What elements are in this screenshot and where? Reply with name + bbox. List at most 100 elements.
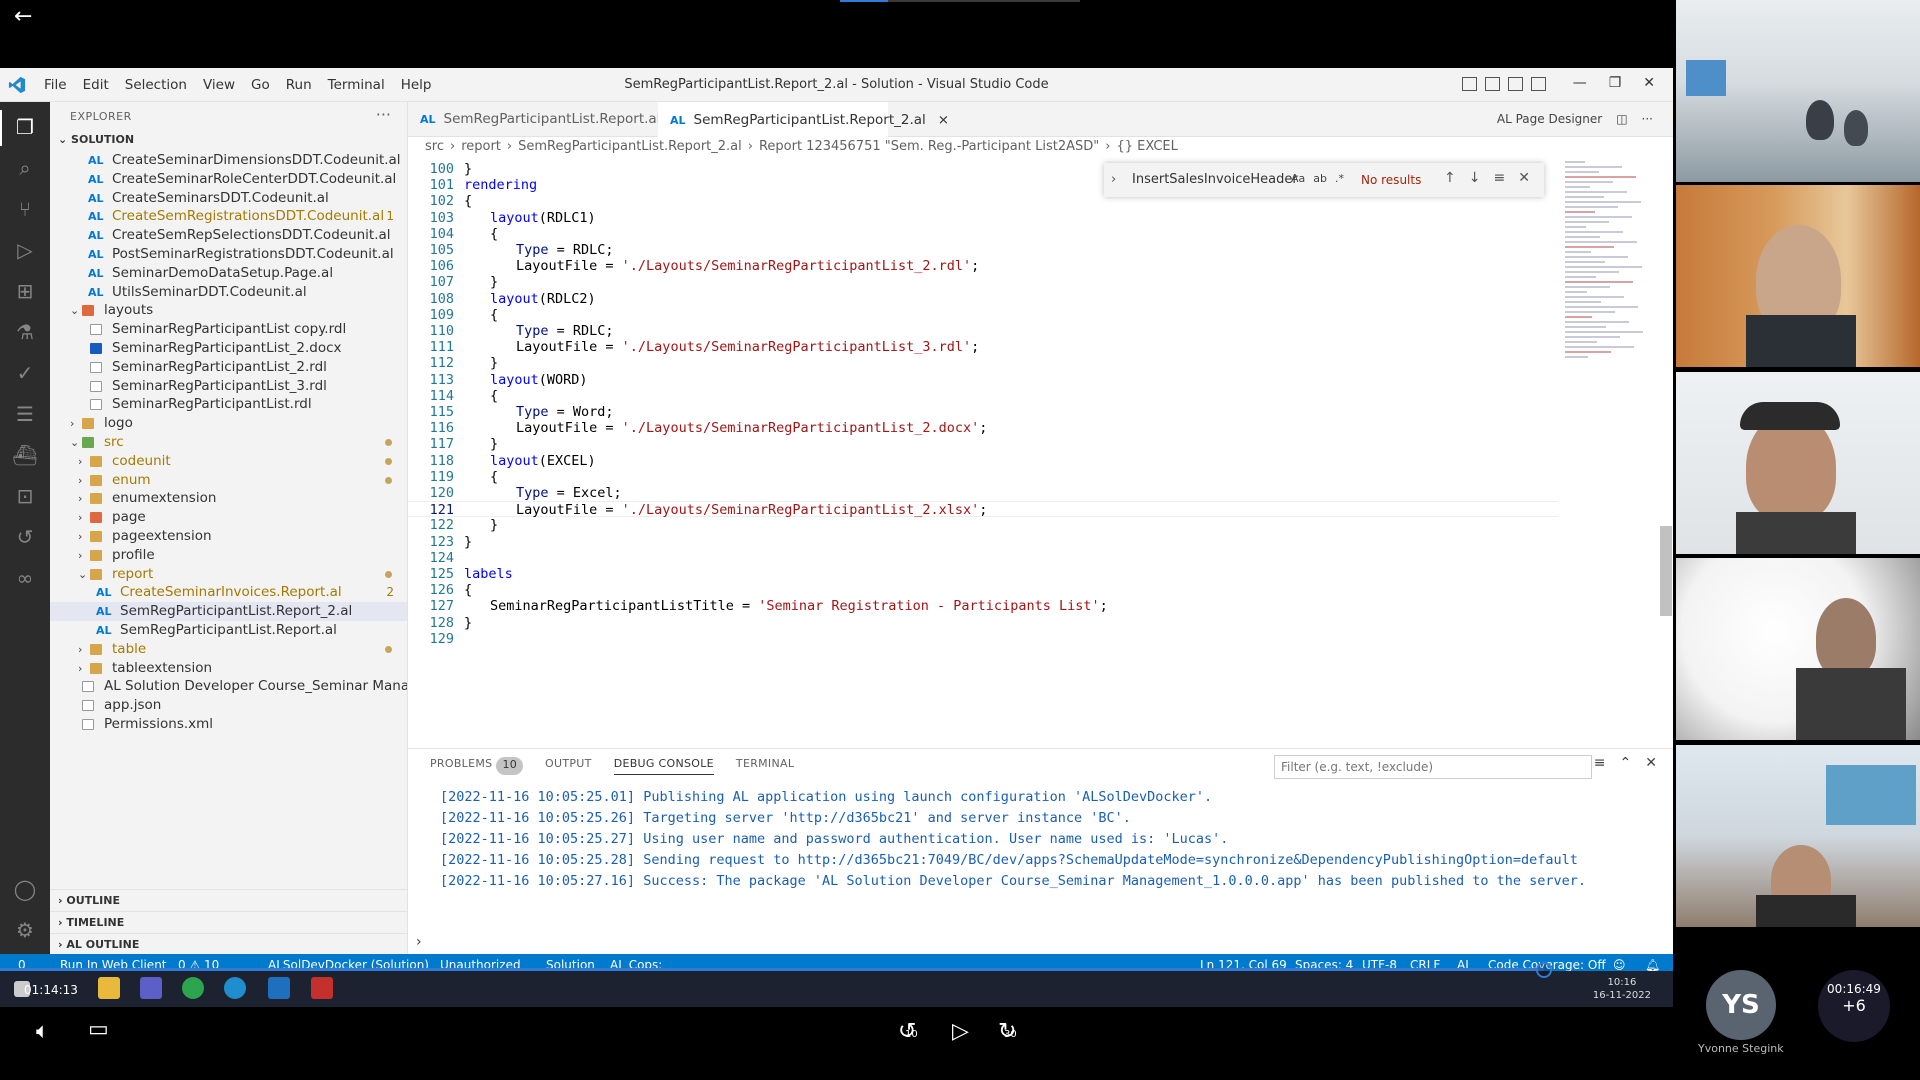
tree-item[interactable]: AL CreateSeminarsDDT.Codeunit.al (50, 189, 407, 208)
tree-item[interactable]: AL CreateSemRepSelectionsDDT.Codeunit.al (50, 226, 407, 245)
tree-item[interactable]: AL CreateSeminarRoleCenterDDT.Codeunit.al (50, 170, 407, 189)
video-tile-classroom[interactable] (1676, 0, 1920, 182)
editor-more-icon[interactable]: ··· (1642, 112, 1653, 126)
chevron-down-icon[interactable]: ⌄ (70, 433, 79, 452)
minimap[interactable] (1565, 161, 1655, 391)
outline-section[interactable]: › OUTLINE (50, 889, 407, 911)
settings-gear-icon[interactable]: ⚙ (12, 917, 38, 943)
tree-item[interactable]: SeminarRegParticipantList_2.rdl (50, 358, 407, 377)
timeline-icon[interactable]: ↺ (12, 524, 38, 550)
tree-item[interactable]: AL UtilsSeminarDDT.Codeunit.al (50, 283, 407, 302)
close-tab-icon[interactable]: × (938, 112, 949, 128)
tree-item[interactable]: › logo (50, 414, 407, 433)
tree-item[interactable]: SeminarRegParticipantList copy.rdl (50, 320, 407, 339)
vscode-taskbar-icon[interactable] (268, 977, 290, 999)
tree-item[interactable]: SeminarRegParticipantList_3.rdl (50, 377, 407, 396)
chevron-right-icon[interactable]: › (78, 489, 82, 508)
toggle-panel-icon[interactable] (1485, 77, 1500, 91)
tree-item[interactable]: › codeunit (50, 452, 407, 471)
close-panel-icon[interactable]: ✕ (1645, 755, 1657, 771)
captions-icon[interactable]: ▭ (88, 1017, 109, 1042)
previous-match-icon[interactable]: ↑ (1444, 170, 1456, 186)
list-icon[interactable]: ☰ (12, 401, 38, 427)
tree-item[interactable]: ⌄ src (50, 433, 407, 452)
maximize-panel-icon[interactable]: ⌃ (1620, 755, 1632, 771)
video-tile-participant-5[interactable] (1676, 745, 1920, 927)
tree-item[interactable]: ⌄ report (50, 565, 407, 584)
clear-console-icon[interactable]: ≡ (1594, 755, 1606, 771)
chevron-right-icon[interactable]: › (78, 640, 82, 659)
toggle-replace-icon[interactable]: › (1111, 172, 1116, 187)
tree-item[interactable]: › page (50, 508, 407, 527)
chevron-right-icon[interactable]: › (78, 471, 82, 490)
checklist-icon[interactable]: ✓ (12, 360, 38, 386)
tree-item[interactable]: AL Solution Developer Course_Seminar Man… (50, 677, 407, 696)
file-explorer-taskbar-icon[interactable] (98, 977, 120, 999)
video-tile-participant-3[interactable] (1676, 372, 1920, 554)
breadcrumb-item[interactable]: SemRegParticipantList.Report_2.al (518, 139, 742, 154)
find-input[interactable]: InsertSalesInvoiceHeader (1132, 172, 1298, 187)
more-actions-icon[interactable]: ··· (376, 105, 391, 124)
customize-layout-icon[interactable] (1531, 77, 1546, 91)
account-icon[interactable]: ◯ (12, 876, 38, 902)
tree-item[interactable]: AL SemRegParticipantList.Report_2.al (50, 602, 407, 622)
tree-item[interactable]: app.json (50, 696, 407, 715)
pdf-taskbar-icon[interactable] (311, 977, 333, 999)
toggle-sidebar-icon[interactable] (1462, 77, 1477, 91)
feedback-icon[interactable]: ☺ (1613, 954, 1626, 971)
notifications-bell-icon[interactable]: 🔔︎ (1645, 954, 1660, 971)
tree-item[interactable]: AL PostSeminarRegistrationsDDT.Codeunit.a… (50, 245, 407, 264)
close-find-icon[interactable]: ✕ (1518, 170, 1530, 186)
back-arrow-icon[interactable]: ← (14, 4, 32, 29)
edge-taskbar-icon[interactable] (224, 977, 246, 999)
tree-item[interactable]: › table (50, 640, 407, 659)
tree-item[interactable]: SeminarRegParticipantList.rdl (50, 395, 407, 414)
docker-icon[interactable]: ⛴ (12, 442, 38, 468)
tree-item[interactable]: ⌄ layouts (50, 301, 407, 320)
panel-tab-debug-console[interactable]: DEBUG CONSOLE (613, 757, 714, 775)
restore-icon[interactable]: ❐ (1609, 75, 1622, 91)
panel-tab-problems[interactable]: PROBLEMS (430, 757, 492, 775)
more-participants-badge[interactable]: 00:16:49 +6 (1818, 970, 1890, 1042)
close-window-icon[interactable]: ✕ (1643, 75, 1655, 91)
teams-taskbar-icon[interactable] (140, 977, 162, 999)
tab-report[interactable]: AL SemRegParticipantList.Report.al (408, 102, 660, 137)
panel-tab-terminal[interactable]: TERMINAL (736, 757, 794, 775)
find-in-selection-icon[interactable]: ≡ (1493, 170, 1505, 186)
tree-item[interactable]: SeminarRegParticipantList_2.docx (50, 339, 407, 358)
tree-item[interactable]: › profile (50, 546, 407, 565)
console-input-chevron-icon[interactable]: › (416, 934, 422, 950)
whole-word-icon[interactable]: ab (1313, 172, 1327, 185)
solution-section[interactable]: ⌄ SOLUTION (50, 129, 407, 151)
play-icon[interactable]: ▷ (952, 1019, 969, 1044)
search-icon[interactable]: ⌕ (12, 155, 38, 181)
volume-icon[interactable]: 🔈︎ (36, 1019, 49, 1044)
chevron-down-icon[interactable]: ⌄ (70, 301, 79, 320)
tree-item[interactable]: › enumextension (50, 489, 407, 508)
tree-item[interactable]: › pageextension (50, 527, 407, 546)
breadcrumb-item[interactable]: {} EXCEL (1117, 139, 1178, 154)
chevron-right-icon[interactable]: › (70, 414, 74, 433)
chevron-down-icon[interactable]: ⌄ (78, 565, 87, 584)
split-editor-icon[interactable]: ◫ (1616, 112, 1627, 126)
explorer-icon[interactable]: ❐ (12, 114, 38, 140)
editor-scrollbar[interactable] (1660, 526, 1672, 616)
code-editor[interactable]: 100} 101 rendering 102{103 layout(RDLC1) 104{… (408, 161, 1673, 676)
chevron-right-icon[interactable]: › (78, 452, 82, 471)
tree-item[interactable]: AL CreateSeminarInvoices.Report.al 2 (50, 583, 407, 602)
chevron-right-icon[interactable]: › (78, 527, 82, 546)
match-case-icon[interactable]: Aa (1291, 172, 1305, 185)
tree-item[interactable]: AL SemRegParticipantList.Report.al (50, 621, 407, 640)
video-tile-participant-4[interactable] (1676, 558, 1920, 740)
testing-icon[interactable]: ⚗ (12, 319, 38, 345)
infinity-icon[interactable]: ∞ (12, 565, 38, 591)
breadcrumb-item[interactable]: src (425, 139, 444, 154)
chrome-taskbar-icon[interactable] (182, 977, 204, 999)
terminal-icon[interactable]: ⊡ (12, 483, 38, 509)
tree-item[interactable]: › tableextension (50, 659, 407, 678)
chevron-right-icon[interactable]: › (78, 659, 82, 678)
playback-progress[interactable] (0, 968, 1544, 971)
tab-report-2[interactable]: AL SemRegParticipantList.Report_2.al × (658, 102, 949, 137)
source-control-icon[interactable]: ⑂ (12, 196, 38, 222)
timeline-section[interactable]: › TIMELINE (50, 911, 407, 933)
